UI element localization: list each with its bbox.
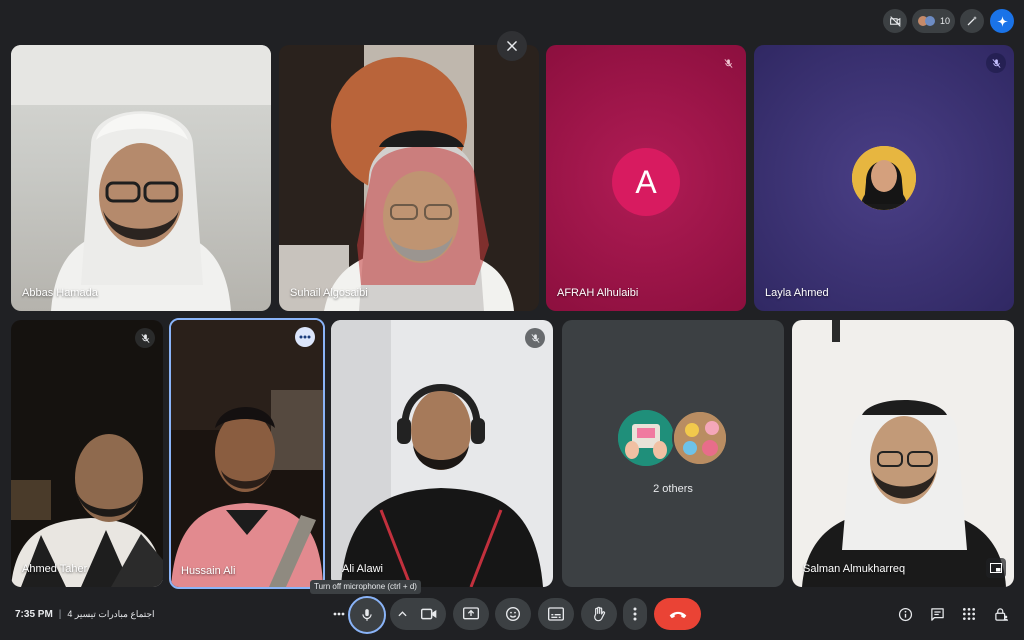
participant-name: Ali Alawi — [342, 563, 383, 575]
chat-button[interactable] — [926, 603, 948, 625]
avatar: A — [612, 148, 680, 216]
hand-icon — [594, 606, 606, 622]
participant-name: Suhail Algosaibi — [290, 287, 368, 299]
microphone-button[interactable] — [348, 596, 386, 634]
raise-hand-button[interactable] — [581, 598, 617, 630]
avatar — [852, 146, 916, 210]
activities-button[interactable] — [958, 603, 980, 625]
chat-icon — [930, 607, 944, 621]
captions-button[interactable] — [538, 598, 574, 630]
participant-name: AFRAH Alhulaibi — [557, 287, 639, 299]
video-tile-ahmed-taher[interactable]: Ahmed Taher — [11, 320, 163, 587]
call-end-icon — [669, 611, 686, 619]
others-label: 2 others — [653, 483, 693, 495]
host-controls-button[interactable] — [990, 603, 1012, 625]
muted-indicator — [718, 53, 738, 73]
info-icon — [898, 607, 912, 621]
effects-button[interactable] — [960, 9, 984, 33]
more-options-button[interactable] — [623, 598, 647, 630]
participant-name: Abbas Hamada — [22, 287, 98, 299]
participant-video-suhail — [279, 45, 514, 311]
video-tile-abbas-hamada[interactable]: Abbas Hamada — [11, 45, 271, 311]
participant-name: Hussain Ali — [181, 565, 236, 577]
others-tile[interactable]: 2 others — [562, 320, 784, 587]
participant-video-ali — [331, 320, 543, 587]
video-tile-suhail-algosaibi[interactable]: Suhail Algosaibi — [279, 45, 539, 311]
present-to-all-icon — [463, 607, 479, 620]
participant-name: Salman Almukharreq — [803, 563, 906, 575]
close-button[interactable] — [497, 31, 527, 61]
participant-video-hussain — [171, 320, 323, 587]
more-horiz-icon — [333, 612, 345, 616]
participant-video-salman — [802, 320, 1006, 587]
apps-grid-icon — [962, 607, 976, 621]
reactions-button[interactable] — [495, 598, 531, 630]
meeting-title: اجتماع مبادرات تيسير 4 — [67, 608, 155, 619]
muted-indicator — [525, 328, 545, 348]
leave-call-button[interactable] — [654, 598, 701, 630]
video-tile-layla-ahmed[interactable]: Layla Ahmed — [754, 45, 1014, 311]
pip-button[interactable] — [986, 558, 1006, 578]
hearts-avatar-icon — [674, 412, 726, 464]
participant-video-abbas — [11, 45, 271, 311]
avatar — [618, 410, 674, 466]
participant-count: 10 — [940, 16, 951, 26]
lock-person-icon — [994, 607, 1008, 621]
video-tile-afrah-alhulaibi[interactable]: A AFRAH Alhulaibi — [546, 45, 746, 311]
magic-wand-icon — [967, 16, 977, 26]
microphone-tooltip: Turn off microphone (ctrl + d) — [310, 580, 421, 594]
muted-indicator — [986, 53, 1006, 73]
meeting-details: 7:35 PM | اجتماع مبادرات تيسير 4 — [15, 606, 155, 622]
more-vert-icon — [633, 607, 637, 621]
mic-icon — [362, 609, 372, 621]
chevron-up-icon — [398, 611, 407, 617]
close-icon — [507, 41, 517, 51]
separator: | — [58, 608, 62, 620]
picture-in-picture-icon — [990, 563, 1002, 573]
more-horiz-icon — [299, 335, 311, 339]
mic-off-icon — [991, 58, 1001, 68]
participant-name: Layla Ahmed — [765, 287, 829, 299]
emoji-icon — [506, 607, 520, 621]
avatar — [672, 410, 728, 466]
gamepad-avatar-icon — [618, 410, 674, 466]
video-tile-hussain-ali[interactable]: Hussain Ali — [169, 318, 325, 589]
avatar-photo — [852, 146, 916, 210]
video-tile-ali-alawi[interactable]: Ali Alawi — [331, 320, 553, 587]
mic-off-icon — [723, 58, 733, 68]
more-options-button[interactable] — [295, 327, 315, 347]
participant-video-ahmed — [11, 434, 163, 587]
mic-off-icon — [530, 333, 540, 343]
gemini-button[interactable] — [990, 9, 1014, 33]
present-screen-button[interactable] — [453, 598, 489, 630]
mic-off-icon — [140, 333, 150, 343]
participant-name: Ahmed Taher — [22, 563, 88, 575]
clock: 7:35 PM — [15, 608, 53, 620]
camera-off-icon — [889, 15, 901, 27]
muted-indicator — [135, 328, 155, 348]
participants-button[interactable]: 10 — [912, 9, 955, 33]
meeting-details-button[interactable] — [894, 603, 916, 625]
sparkle-icon — [996, 15, 1008, 27]
video-camera-icon — [421, 608, 437, 620]
participants-avatars-icon — [918, 16, 935, 26]
closed-captions-icon — [548, 607, 564, 621]
avatar-initial: A — [635, 163, 657, 200]
video-tile-salman-almukharreq[interactable]: Salman Almukharreq — [792, 320, 1014, 587]
camera-off-indicator[interactable] — [883, 9, 907, 33]
camera-button[interactable] — [390, 598, 446, 630]
